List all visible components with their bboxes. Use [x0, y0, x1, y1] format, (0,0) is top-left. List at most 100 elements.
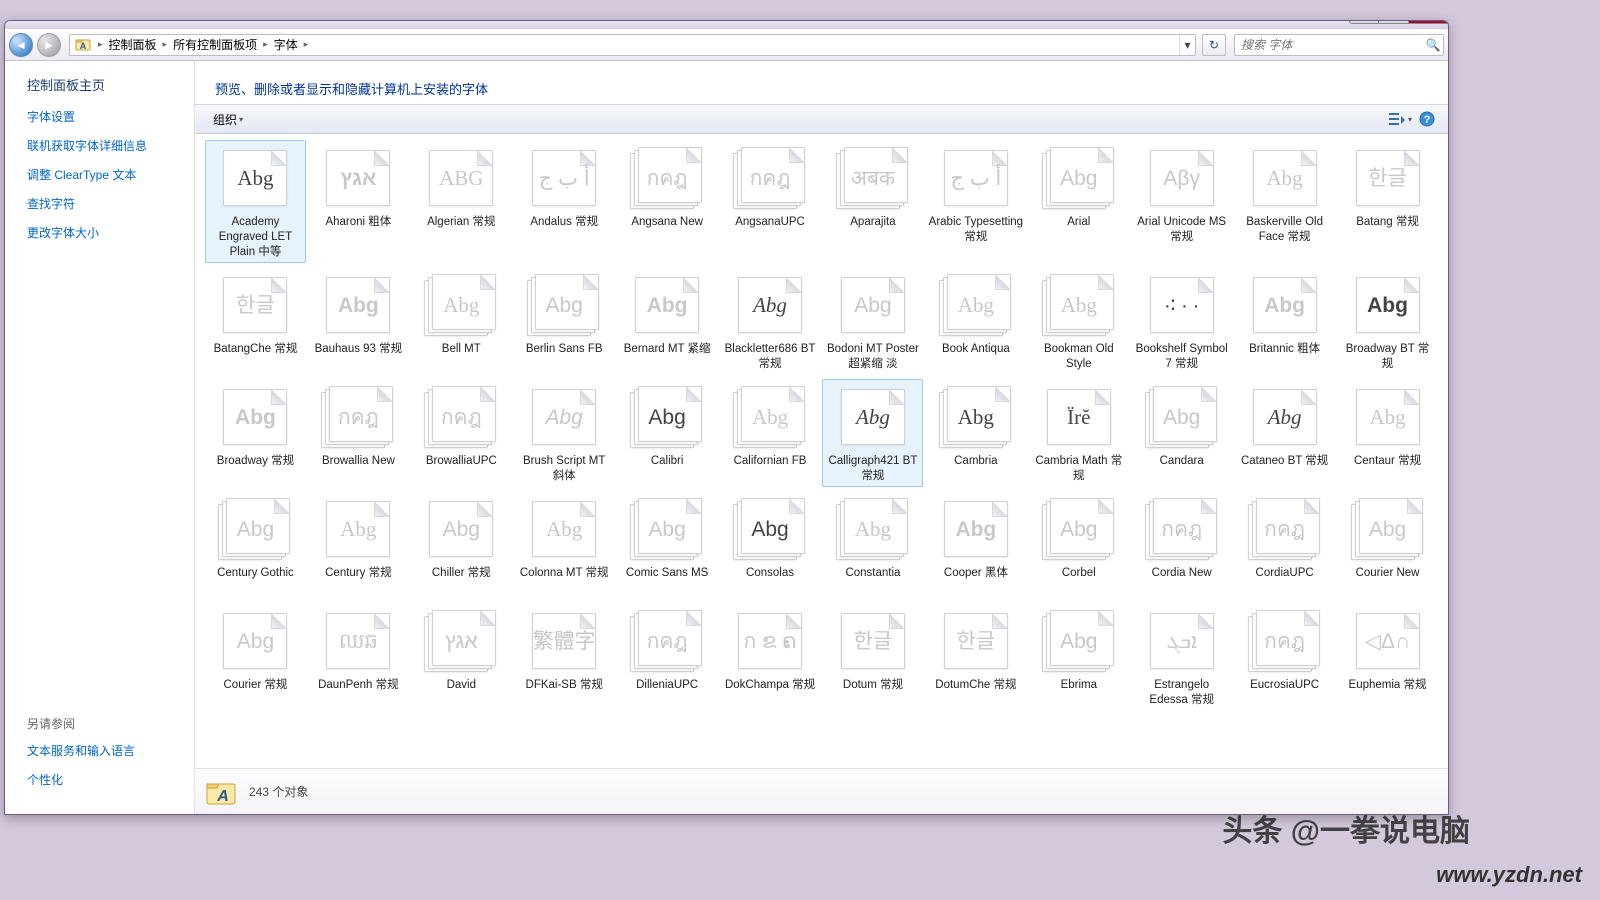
font-item[interactable]: أ ب جAndalus 常规 [514, 140, 615, 263]
font-item[interactable]: AbgArial [1028, 140, 1129, 263]
font-item[interactable]: AbgCourier 常规 [205, 603, 306, 711]
font-item[interactable]: AbgCentaur 常规 [1337, 379, 1438, 487]
view-button[interactable] [1386, 109, 1408, 129]
font-item[interactable]: AbgCalifornian FB [720, 379, 821, 487]
font-item[interactable]: 한글BatangChe 常规 [205, 267, 306, 375]
font-item[interactable]: ឈឆDaunPenh 常规 [308, 603, 409, 711]
search-input[interactable] [1235, 38, 1423, 52]
font-item[interactable]: 한글DotumChe 常规 [925, 603, 1026, 711]
font-item[interactable]: ABGAlgerian 常规 [411, 140, 512, 263]
search-icon[interactable]: 🔍 [1423, 38, 1443, 52]
font-item[interactable]: AbgCambria [925, 379, 1026, 487]
font-item[interactable]: AbgCandara [1131, 379, 1232, 487]
font-label: Bell MT [442, 342, 481, 372]
font-item[interactable]: AbgCentury Gothic [205, 491, 306, 599]
sidebar-font-settings[interactable]: 字体设置 [27, 108, 194, 125]
font-item[interactable]: AbgBernard MT 紧缩 [617, 267, 718, 375]
crumb-control-panel[interactable]: 控制面板 [105, 35, 161, 55]
font-item[interactable]: AbgCorbel [1028, 491, 1129, 599]
font-item[interactable]: 繁體字DFKai-SB 常规 [514, 603, 615, 711]
font-item[interactable]: กคฎAngsanaUPC [720, 140, 821, 263]
maximize-button[interactable]: ☐ [1379, 20, 1409, 24]
font-item[interactable]: AbgBroadway 常规 [205, 379, 306, 487]
font-item[interactable]: AbgCataneo BT 常规 [1234, 379, 1335, 487]
sidebar-change-size[interactable]: 更改字体大小 [27, 224, 194, 241]
font-item[interactable]: AbgBodoni MT Poster 超紧缩 淡 [822, 267, 923, 375]
font-item[interactable]: AbgBrush Script MT 斜体 [514, 379, 615, 487]
chevron-right-icon: ▸ [302, 39, 311, 50]
font-item[interactable]: 한글Batang 常规 [1337, 140, 1438, 263]
crumb-fonts[interactable]: 字体 [270, 35, 302, 55]
font-item[interactable]: AbgConstantia [822, 491, 923, 599]
font-item[interactable]: AbgBritannic 粗体 [1234, 267, 1335, 375]
folder-icon: A [74, 36, 92, 54]
font-item[interactable]: AbgBookman Old Style [1028, 267, 1129, 375]
font-thumb: 繁體字 [525, 608, 603, 674]
font-item[interactable]: กคฎEucrosiaUPC [1234, 603, 1335, 711]
search-box[interactable]: 🔍 [1234, 34, 1444, 56]
font-item[interactable]: أ ب جArabic Typesetting 常规 [925, 140, 1026, 263]
font-label: Euphemia 常规 [1349, 678, 1427, 708]
minimize-button[interactable]: ─ [1349, 20, 1379, 24]
font-item[interactable]: AbgBlackletter686 BT 常规 [720, 267, 821, 375]
font-item[interactable]: AbgBauhaus 93 常规 [308, 267, 409, 375]
sidebar-online-font-info[interactable]: 联机获取字体详细信息 [27, 137, 194, 154]
font-item[interactable]: AbgBerlin Sans FB [514, 267, 615, 375]
address-dropdown-button[interactable]: ▾ [1179, 35, 1195, 55]
font-item[interactable]: AbgBook Antiqua [925, 267, 1026, 375]
font-item[interactable]: กคฎBrowalliaUPC [411, 379, 512, 487]
sidebar-find-char[interactable]: 查找字符 [27, 195, 194, 212]
font-label: Estrangelo Edessa 常规 [1134, 678, 1229, 708]
font-item[interactable]: ◁Δ∩Euphemia 常规 [1337, 603, 1438, 711]
font-thumb: ABG [422, 145, 500, 211]
font-item[interactable]: אגץDavid [411, 603, 512, 711]
font-item[interactable]: ∙∶ ∙ ∙Bookshelf Symbol 7 常规 [1131, 267, 1232, 375]
font-item[interactable]: AbgCourier New [1337, 491, 1438, 599]
font-thumb: Aβγ [1143, 145, 1221, 211]
sidebar-personalize[interactable]: 个性化 [27, 771, 194, 788]
font-item[interactable]: ก ຂ ຄDokChampa 常规 [720, 603, 821, 711]
font-label: BrowalliaUPC [426, 454, 497, 484]
sidebar-text-services[interactable]: 文本服务和输入语言 [27, 742, 194, 759]
font-item[interactable]: กคฎAngsana New [617, 140, 718, 263]
font-label: BatangChe 常规 [214, 342, 298, 372]
font-item[interactable]: 한글Dotum 常规 [822, 603, 923, 711]
chevron-down-icon[interactable]: ▾ [1408, 115, 1412, 124]
font-item[interactable]: AbgColonna MT 常规 [514, 491, 615, 599]
font-item[interactable]: AbgChiller 常规 [411, 491, 512, 599]
font-item[interactable]: אגץAharoni 粗体 [308, 140, 409, 263]
font-thumb: Abg [1246, 384, 1324, 450]
font-item[interactable]: AbgEbrima [1028, 603, 1129, 711]
font-item[interactable]: Aβγ Arial Unicode MS 常规 [1131, 140, 1232, 263]
nav-forward-button[interactable]: ► [37, 33, 61, 57]
font-item[interactable]: ܐܒܓEstrangelo Edessa 常规 [1131, 603, 1232, 711]
nav-back-button[interactable]: ◄ [9, 33, 33, 57]
crumb-all-items[interactable]: 所有控制面板项 [169, 35, 261, 55]
font-thumb: Abg [1040, 145, 1118, 211]
sidebar-cleartype[interactable]: 调整 ClearType 文本 [27, 166, 194, 183]
font-item[interactable]: AbgCalibri [617, 379, 718, 487]
font-item[interactable]: AbgCentury 常规 [308, 491, 409, 599]
close-button[interactable]: ✕ [1409, 20, 1449, 24]
font-item[interactable]: กคฎBrowallia New [308, 379, 409, 487]
organize-button[interactable]: 组织 ▾ [205, 109, 251, 130]
font-label: Broadway BT 常规 [1340, 342, 1435, 372]
font-label: Arial Unicode MS 常规 [1134, 215, 1229, 245]
font-item[interactable]: AbgCooper 黑体 [925, 491, 1026, 599]
font-item[interactable]: अबकAparajita [822, 140, 923, 263]
font-item[interactable]: AbgBell MT [411, 267, 512, 375]
help-button[interactable]: ? [1416, 109, 1438, 129]
font-item[interactable]: ÏrĕCambria Math 常规 [1028, 379, 1129, 487]
font-item[interactable]: กคฎCordia New [1131, 491, 1232, 599]
refresh-button[interactable]: ↻ [1202, 34, 1226, 56]
font-item[interactable]: AbgBaskerville Old Face 常规 [1234, 140, 1335, 263]
font-item[interactable]: AbgConsolas [720, 491, 821, 599]
font-item[interactable]: AbgAcademy Engraved LET Plain 中等 [205, 140, 306, 263]
font-item[interactable]: กคฎDilleniaUPC [617, 603, 718, 711]
address-bar[interactable]: A ▸ 控制面板 ▸ 所有控制面板项 ▸ 字体 ▸ ▾ [69, 34, 1196, 56]
font-item[interactable]: AbgComic Sans MS [617, 491, 718, 599]
font-thumb: Abg [731, 272, 809, 338]
font-item[interactable]: AbgBroadway BT 常规 [1337, 267, 1438, 375]
font-item[interactable]: กคฎCordiaUPC [1234, 491, 1335, 599]
font-item[interactable]: AbgCalligraph421 BT 常规 [822, 379, 923, 487]
